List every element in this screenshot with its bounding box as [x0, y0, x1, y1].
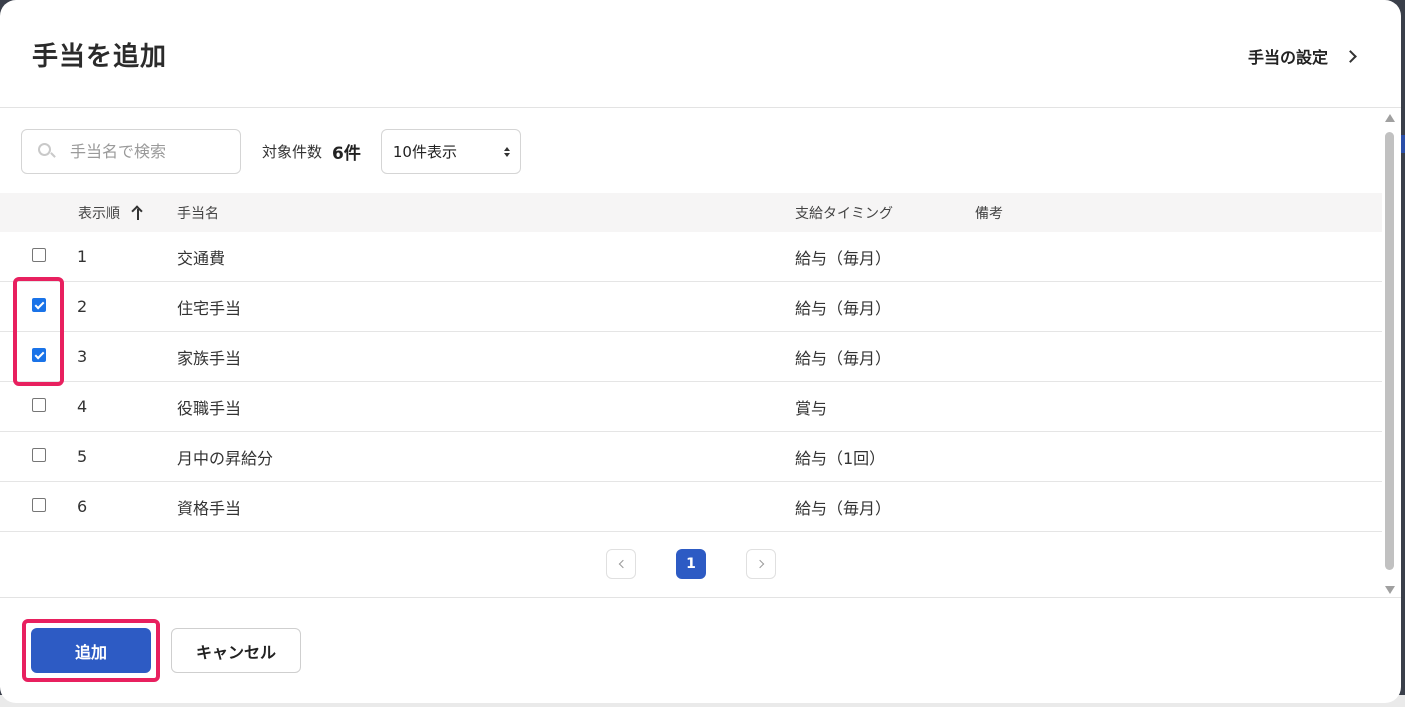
row-order: 1: [77, 247, 88, 266]
per-page-select[interactable]: 10件表示: [380, 129, 521, 174]
allowance-settings-link[interactable]: 手当の設定: [1247, 44, 1357, 68]
header-order[interactable]: 表示順: [77, 203, 177, 223]
add-button[interactable]: 追加: [31, 628, 151, 673]
row-timing: 給与（毎月）: [795, 248, 892, 268]
pagination: 1: [606, 549, 776, 579]
table-row[interactable]: 1 交通費 給与（毎月）: [0, 232, 1382, 282]
per-page-value: 10件表示: [392, 143, 457, 161]
row-order: 2: [77, 297, 88, 316]
allowance-table: 表示順 手当名 支給タイミング 備考 1 交通費 給与（毎月） 2 住宅手当 給与（毎月）…: [0, 193, 1382, 532]
table-body: 1 交通費 給与（毎月） 2 住宅手当 給与（毎月） 3 家族手当 給与（毎月） 4 役職手当 賞与 5…: [0, 232, 1382, 532]
row-name: 交通費: [177, 248, 226, 268]
dialog-title: 手当を追加: [32, 42, 168, 72]
chevron-left-icon: [618, 559, 627, 569]
chevron-right-icon: [755, 559, 764, 569]
next-page-button[interactable]: [746, 549, 776, 579]
row-check-cell: [0, 497, 77, 516]
table-toolbar: 対象件数 6件 10件表示: [21, 129, 521, 174]
row-timing: 給与（毎月）: [795, 348, 892, 368]
sort-ascending-icon[interactable]: [131, 204, 144, 220]
row-checkbox[interactable]: [32, 398, 46, 412]
table-row[interactable]: 5 月中の昇給分 給与（1回）: [0, 432, 1382, 482]
add-allowance-dialog: 手当を追加 手当の設定 対象件数 6件 10件表示 表示順 手当名: [0, 0, 1401, 703]
row-check-cell: [0, 347, 77, 366]
page-number-current[interactable]: 1: [676, 549, 706, 579]
row-timing: 給与（毎月）: [795, 498, 892, 518]
row-name: 月中の昇給分: [177, 448, 274, 468]
row-checkbox[interactable]: [32, 498, 46, 512]
row-check-cell: [0, 247, 77, 266]
result-count-value: 6件: [332, 144, 361, 164]
search-icon: [38, 142, 56, 161]
row-order: 5: [77, 447, 88, 466]
row-checkbox[interactable]: [32, 348, 46, 362]
row-checkbox[interactable]: [32, 248, 46, 262]
cancel-button[interactable]: キャンセル: [171, 628, 301, 673]
result-count-label: 対象件数: [262, 143, 323, 161]
background-accent: [1401, 135, 1405, 153]
dialog-header: 手当を追加 手当の設定: [0, 0, 1401, 108]
row-check-cell: [0, 297, 77, 316]
row-order: 6: [77, 497, 88, 516]
dialog-scrollbar[interactable]: [1383, 112, 1397, 596]
row-order: 4: [77, 397, 88, 416]
table-row[interactable]: 6 資格手当 給与（毎月）: [0, 482, 1382, 532]
search-box[interactable]: [21, 129, 241, 174]
header-timing: 支給タイミング: [795, 205, 893, 222]
row-name: 資格手当: [177, 498, 242, 518]
row-name: 役職手当: [177, 398, 242, 418]
dialog-footer: 追加 キャンセル: [0, 597, 1401, 703]
table-row[interactable]: 2 住宅手当 給与（毎月）: [0, 282, 1382, 332]
scroll-thumb[interactable]: [1385, 132, 1394, 570]
select-arrows-icon: [503, 146, 510, 157]
search-input[interactable]: [70, 142, 220, 161]
table-header: 表示順 手当名 支給タイミング 備考: [0, 193, 1382, 232]
row-checkbox[interactable]: [32, 298, 46, 312]
row-name: 住宅手当: [177, 298, 242, 318]
header-name: 手当名: [177, 205, 219, 222]
header-note: 備考: [975, 205, 1003, 222]
row-check-cell: [0, 397, 77, 416]
scroll-up-arrow-icon[interactable]: [1385, 114, 1395, 122]
row-check-cell: [0, 447, 77, 466]
header-order-label: 表示順: [78, 205, 120, 222]
row-checkbox[interactable]: [32, 448, 46, 462]
row-name: 家族手当: [177, 348, 242, 368]
chevron-right-icon: [1344, 49, 1357, 63]
table-row[interactable]: 4 役職手当 賞与: [0, 382, 1382, 432]
allowance-settings-label: 手当の設定: [1247, 48, 1328, 67]
table-row[interactable]: 3 家族手当 給与（毎月）: [0, 332, 1382, 382]
row-order: 3: [77, 347, 88, 366]
row-timing: 給与（毎月）: [795, 298, 892, 318]
row-timing: 賞与: [795, 398, 828, 418]
scroll-down-arrow-icon[interactable]: [1385, 586, 1395, 594]
prev-page-button[interactable]: [606, 549, 636, 579]
row-timing: 給与（1回）: [795, 448, 886, 468]
